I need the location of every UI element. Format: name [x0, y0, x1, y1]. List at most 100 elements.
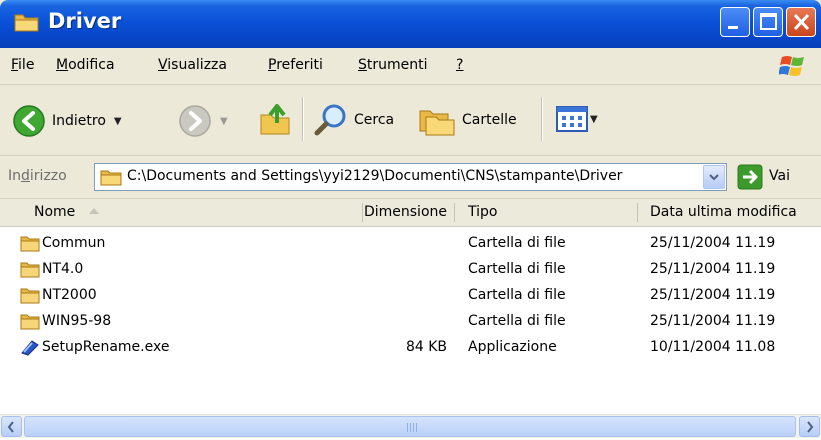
toolbar: Indietro ▼ ▼ Cerca Cartelle ▼ [0, 85, 821, 156]
column-header-name[interactable]: Nome [0, 199, 362, 226]
search-label: Cerca [354, 112, 395, 128]
column-header-size-label: Dimensione [363, 204, 447, 220]
menu-help-mnemonic: ? [456, 57, 464, 73]
folders-button[interactable]: Cartelle [418, 103, 517, 137]
scroll-right-button[interactable] [799, 416, 820, 437]
address-input[interactable]: C:\Documents and Settings\yyi2129\Docume… [94, 163, 727, 191]
chevron-right-icon [807, 421, 814, 433]
menu-modifica-mnemonic: M [56, 57, 69, 73]
file-type: Cartella di file [468, 287, 566, 303]
file-name: NT2000 [42, 287, 97, 303]
list-item[interactable]: NT4.0 Cartella di file 25/11/2004 11.19 [0, 257, 821, 283]
list-item[interactable]: Commun Cartella di file 25/11/2004 11.19 [0, 231, 821, 257]
file-name: SetupRename.exe [42, 339, 170, 355]
menu-visualizza[interactable]: Visualizza [158, 57, 227, 73]
address-bar: Indirizzo C:\Documents and Settings\yyi2… [0, 156, 821, 199]
back-button[interactable]: Indietro ▼ [12, 104, 122, 138]
address-label-pre: In [8, 168, 22, 184]
address-label: Indirizzo [8, 168, 67, 184]
menu-visualizza-label: isualizza [167, 57, 227, 73]
column-header-name-label: Nome [34, 204, 76, 220]
file-modified: 25/11/2004 11.19 [650, 287, 776, 303]
address-label-post: irizzo [29, 168, 67, 184]
minimize-icon [728, 26, 738, 29]
scroll-thumb[interactable] [24, 416, 796, 437]
folders-icon [419, 110, 455, 136]
up-folder-icon [260, 104, 290, 135]
file-list: Commun Cartella di file 25/11/2004 11.19… [0, 227, 821, 414]
close-button[interactable] [786, 7, 816, 37]
chevron-down-icon [709, 174, 719, 181]
go-label[interactable]: Vai [769, 168, 790, 184]
go-button[interactable] [737, 164, 763, 190]
list-item[interactable]: NT2000 Cartella di file 25/11/2004 11.19 [0, 283, 821, 309]
file-modified: 25/11/2004 11.19 [650, 261, 776, 277]
search-icon [314, 104, 346, 136]
address-dropdown-button[interactable] [703, 165, 725, 189]
file-modified: 25/11/2004 11.19 [650, 235, 776, 251]
address-path: C:\Documents and Settings\yyi2129\Docume… [127, 168, 623, 184]
back-label: Indietro [52, 113, 106, 129]
search-button[interactable]: Cerca [314, 103, 394, 137]
column-header-type[interactable]: Tipo [455, 199, 637, 226]
forward-arrow-icon [179, 105, 211, 137]
menu-help[interactable]: ? [456, 57, 463, 73]
horizontal-scrollbar[interactable] [0, 414, 821, 438]
back-arrow-icon [13, 105, 45, 137]
column-header-modified[interactable]: Data ultima modifica [638, 199, 821, 226]
close-icon [793, 13, 810, 31]
menu-bar: File Modifica Visualizza Preferiti Strum… [0, 48, 821, 85]
menu-preferiti-label: referiti [276, 57, 323, 73]
list-item[interactable]: SetupRename.exe 84 KB Applicazione 10/11… [0, 335, 821, 361]
back-dropdown-icon[interactable]: ▼ [114, 116, 122, 127]
file-name: NT4.0 [42, 261, 84, 277]
folder-icon [14, 14, 39, 32]
folder-icon [20, 262, 40, 278]
folder-icon [20, 314, 40, 330]
column-header-size[interactable]: Dimensione [363, 199, 453, 226]
folder-icon [100, 170, 122, 186]
folder-icon [20, 288, 40, 304]
file-modified: 25/11/2004 11.19 [650, 313, 776, 329]
forward-dropdown-icon[interactable]: ▼ [220, 116, 228, 127]
application-icon [21, 340, 39, 356]
column-header-modified-label: Data ultima modifica [650, 204, 797, 220]
list-item[interactable]: WIN95-98 Cartella di file 25/11/2004 11.… [0, 309, 821, 335]
title-bar[interactable]: Driver [0, 0, 821, 48]
menu-strumenti[interactable]: Strumenti [358, 57, 428, 73]
sort-ascending-icon [88, 208, 99, 214]
views-button[interactable]: ▼ [556, 105, 598, 133]
folder-icon [20, 236, 40, 252]
menu-visualizza-mnemonic: V [158, 57, 168, 73]
views-dropdown-icon[interactable]: ▼ [590, 114, 598, 125]
explorer-window: Driver File Modifica Visualizza Preferit… [0, 0, 821, 438]
scroll-left-button[interactable] [1, 416, 22, 437]
toolbar-separator [302, 97, 304, 141]
menu-modifica[interactable]: Modifica [56, 57, 115, 73]
menu-preferiti-mnemonic: P [268, 57, 277, 73]
file-name: Commun [42, 235, 106, 251]
column-header-type-label: Tipo [468, 204, 498, 220]
window-title: Driver [48, 9, 122, 33]
maximize-button[interactable] [753, 7, 783, 37]
file-size: 84 KB [405, 339, 447, 355]
menu-file[interactable]: File [11, 57, 34, 73]
file-type: Cartella di file [468, 235, 566, 251]
minimize-button[interactable] [720, 7, 750, 37]
file-type: Cartella di file [468, 261, 566, 277]
menu-file-label: ile [18, 57, 35, 73]
menu-strumenti-mnemonic: S [358, 57, 367, 73]
maximize-icon [760, 13, 777, 30]
windows-logo-icon [779, 56, 804, 76]
file-type: Applicazione [468, 339, 557, 355]
address-label-mnemonic: d [21, 168, 30, 184]
file-modified: 10/11/2004 11.08 [650, 339, 776, 355]
chevron-left-icon [7, 421, 14, 433]
column-headers: Nome Dimensione Tipo Data ultima modific… [0, 199, 821, 227]
folders-label: Cartelle [462, 112, 517, 128]
forward-button[interactable]: ▼ [178, 104, 228, 138]
views-icon [556, 106, 588, 132]
up-folder-button[interactable] [258, 101, 292, 137]
menu-preferiti[interactable]: Preferiti [268, 57, 323, 73]
menu-strumenti-label: trumenti [366, 57, 428, 73]
